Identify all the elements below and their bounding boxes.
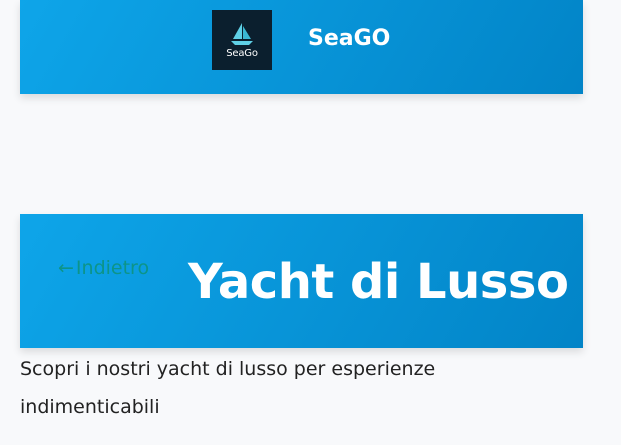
brand-name: SeaGO: [308, 26, 391, 51]
arrow-left-icon: ←: [58, 257, 74, 279]
sailboat-icon: [231, 22, 253, 45]
page-description: Scopri i nostri yacht di lusso per esper…: [20, 358, 436, 418]
page-title: Yacht di Lusso: [188, 254, 569, 310]
back-label: Indietro: [75, 257, 150, 279]
seago-logo[interactable]: SeaGo: [212, 10, 272, 70]
hero-banner: ← Indietro Yacht di Lusso: [20, 214, 583, 348]
logo-text: SeaGo: [226, 47, 258, 59]
back-link[interactable]: ← Indietro: [58, 257, 149, 279]
site-header: SeaGo SeaGO: [20, 0, 583, 94]
